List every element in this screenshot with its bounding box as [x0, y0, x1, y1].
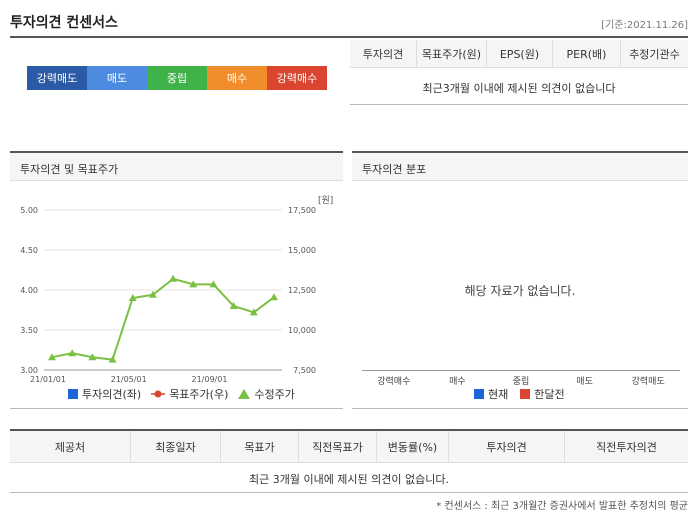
dist-cat-strong-buy: 강력매수 [377, 377, 411, 387]
scale-sell: 매도 [87, 66, 147, 90]
square-icon [474, 389, 484, 399]
footnote: * 컨센서스 : 최근 3개월간 증권사에서 발표한 추정치의 평균 [436, 501, 688, 512]
left-tick-label: 3.00 [20, 366, 38, 375]
right-tick-label: 12,500 [288, 286, 316, 295]
price-point [68, 349, 77, 357]
col-eps: EPS(원) [486, 40, 552, 67]
chart-panel-title: 투자의견 및 목표주가 [20, 163, 119, 176]
legend-current-label: 현재 [488, 388, 509, 401]
consensus-table-header: 투자의견 목표주가(원) EPS(원) PER(배) 추정기관수 [350, 40, 688, 68]
x-tick-label: 21/05/01 [111, 375, 147, 384]
header-divider [10, 36, 688, 38]
col-last-date: 최종일자 [130, 431, 220, 462]
dist-cat-strong-sell: 강력매도 [631, 377, 665, 387]
col-provider: 제공처 [54, 440, 86, 454]
dist-legend: 현재 한달전 [474, 386, 565, 402]
dist-axis-line [362, 370, 680, 371]
scale-strong-sell: 강력매도 [27, 66, 87, 90]
x-tick-label: 21/01/01 [30, 375, 66, 384]
x-tick-label: 21/09/01 [191, 375, 227, 384]
col-target-price: 목표주가(원) [416, 40, 486, 67]
right-tick-label: 17,500 [288, 206, 316, 215]
bottom-table-header: 제공처 최종일자 목표가 직전목표가 변동률(%) 투자의견 직전투자의견 [10, 431, 688, 463]
dot-line-icon [151, 390, 166, 398]
chart-panel-bottom [10, 408, 343, 409]
col-opinion: 투자의견 [350, 40, 416, 67]
consensus-bottom-divider [350, 104, 688, 105]
col-per: PER(배) [552, 40, 620, 67]
legend-month-ago-label: 한달전 [534, 388, 565, 401]
left-tick-label: 4.00 [20, 286, 38, 295]
triangle-icon [238, 389, 251, 399]
legend-opinion-label: 투자의견(좌) [82, 388, 142, 401]
left-tick-label: 5.00 [20, 206, 38, 215]
price-point [169, 274, 178, 282]
right-tick-label: 7,500 [293, 366, 316, 375]
scale-buy: 매수 [207, 66, 267, 90]
dist-empty-message: 해당 자료가 없습니다. [464, 284, 576, 298]
square-icon [68, 389, 78, 399]
page-title: 투자의견 컨센서스 [10, 15, 118, 31]
chart-legend: 투자의견(좌) 목표주가(우) 수정주가 [68, 386, 295, 402]
legend-month-ago: 한달전 [520, 386, 565, 402]
opinion-scale: 강력매도 매도 중립 매수 강력매수 [27, 66, 327, 90]
date-label: [기준:2021.11.26] [601, 20, 688, 31]
left-tick-label: 3.50 [20, 326, 38, 335]
legend-target-label: 목표주가(우) [169, 388, 229, 401]
legend-price: 수정주가 [238, 386, 295, 402]
col-estimators: 추정기관수 [620, 40, 688, 67]
square-icon [520, 389, 531, 399]
legend-price-label: 수정주가 [254, 388, 295, 401]
price-chart: 5.00 17,500 4.50 15,000 4.00 12,500 3.50 10,000… [20, 206, 316, 384]
scale-neutral: 중립 [147, 66, 207, 90]
left-tick-label: 4.50 [20, 246, 38, 255]
col-prev-opinion: 직전투자의견 [564, 431, 688, 462]
bottom-empty-message: 최근 3개월 이내에 제시된 의견이 없습니다. [248, 473, 450, 486]
right-tick-label: 15,000 [288, 246, 316, 255]
dist-panel-bottom [352, 408, 688, 409]
bottom-table-bottom [10, 492, 688, 493]
right-tick-label: 10,000 [288, 326, 316, 335]
col-bt-opinion: 투자의견 [448, 431, 564, 462]
col-target: 목표가 [220, 431, 298, 462]
legend-current: 현재 [474, 386, 508, 402]
legend-target: 목표주가(우) [151, 386, 228, 402]
dist-panel-title: 투자의견 분포 [362, 163, 427, 176]
legend-opinion: 투자의견(좌) [68, 386, 141, 402]
price-line [51, 277, 275, 361]
price-point [270, 293, 278, 301]
scale-strong-buy: 강력매수 [267, 66, 327, 90]
col-change-rate: 변동률(%) [376, 431, 448, 462]
col-prev-target: 직전목표가 [298, 431, 376, 462]
consensus-empty-message: 최근3개월 이내에 제시된 의견이 없습니다 [422, 82, 616, 95]
